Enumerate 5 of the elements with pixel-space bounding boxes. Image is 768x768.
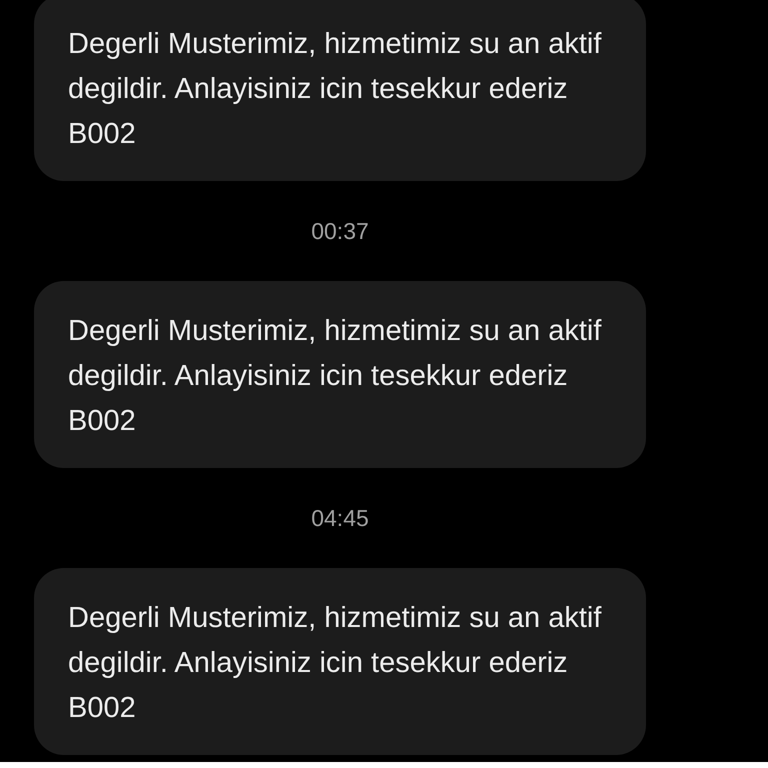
- message-bubble: Degerli Musterimiz, hizmetimiz su an aktif degildir. Anlayisiniz icin tesekkur ederiz B002: [34, 281, 646, 468]
- message-bubble: Degerli Musterimiz, hizmetimiz su an aktif degildir. Anlayisiniz icin tesekkur ederiz B002: [34, 568, 646, 755]
- message-timestamp: 00:37: [311, 216, 369, 246]
- message-timestamp: 04:45: [311, 504, 369, 533]
- message-bubble: Degerli Musterimiz, hizmetimiz su an aktif degildir. Anlayisiniz icin tesekkur ederiz B002: [34, 0, 646, 181]
